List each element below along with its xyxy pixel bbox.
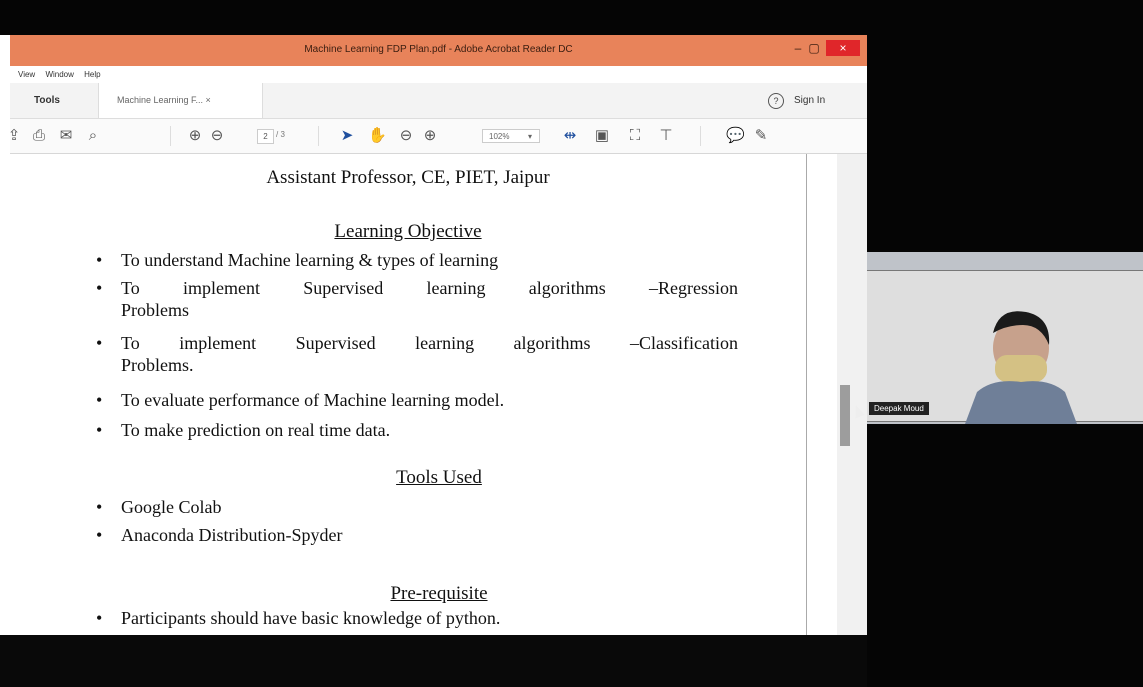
zoom-value: 102% [489, 132, 510, 141]
mail-icon[interactable]: ✉ [58, 128, 74, 144]
zoom-out-icon[interactable]: ⊖ [398, 128, 414, 144]
participant-avatar [965, 311, 1077, 424]
maximize-button[interactable]: ▢ [807, 40, 821, 56]
participant-video[interactable]: Deepak Moud [867, 252, 1143, 424]
zoom-in-icon[interactable]: ⊕ [422, 128, 438, 144]
page-total: / 3 [276, 130, 285, 139]
print-icon[interactable]: ⎙ [31, 128, 47, 144]
page-up-icon[interactable]: ⊕ [187, 128, 203, 144]
document-area[interactable]: Assistant Professor, CE, PIET, Jaipur Le… [10, 154, 807, 635]
sign-in-link[interactable]: Sign In [794, 83, 825, 118]
fit-width-icon[interactable]: ⇹ [562, 128, 578, 144]
menu-bar: View Window Help [10, 66, 867, 83]
pen-icon[interactable]: ✎ [753, 128, 769, 144]
page-number-input[interactable]: 2 [257, 129, 274, 144]
minimize-button[interactable]: – [791, 40, 805, 56]
stamp-icon[interactable]: ⊤ [658, 128, 674, 144]
tab-tools[interactable]: Tools [10, 83, 98, 118]
author-affiliation: Assistant Professor, CE, PIET, Jaipur [266, 167, 550, 188]
learning-objective-heading: Learning Objective [334, 221, 482, 242]
toolbar-divider [700, 126, 701, 146]
search-icon[interactable]: ⌕ [85, 128, 101, 144]
menu-view[interactable]: View [18, 70, 35, 79]
objective-item-continuation: Problems. [121, 355, 194, 375]
upload-icon[interactable]: ⇪ [10, 128, 22, 144]
pdf-page: Assistant Professor, CE, PIET, Jaipur Le… [10, 154, 806, 635]
window-title: Machine Learning FDP Plan.pdf - Adobe Ac… [304, 44, 573, 55]
prerequisite-heading: Pre-requisite [390, 583, 488, 604]
tools-used-heading: Tools Used [396, 467, 482, 488]
toolbar: ⇪ ⎙ ✉ ⌕ ⊕ ⊖ 2 / 3 ➤ ✋ ⊖ ⊕ 102% ▾ ⇹ ▣ ⛶ ⊤… [10, 119, 867, 154]
help-icon[interactable]: ? [768, 93, 784, 109]
page-down-icon[interactable]: ⊖ [209, 128, 225, 144]
title-bar: Machine Learning FDP Plan.pdf - Adobe Ac… [10, 35, 867, 66]
scrollbar-thumb[interactable] [840, 385, 850, 446]
chevron-down-icon: ▾ [527, 132, 532, 141]
tab-document[interactable]: Machine Learning F... × [98, 83, 263, 118]
menu-help[interactable]: Help [84, 70, 100, 79]
scroll-mode-icon[interactable]: ▣ [594, 128, 610, 144]
fullscreen-icon[interactable]: ⛶ [627, 128, 643, 144]
participant-name-tag: Deepak Moud [869, 402, 929, 415]
comment-icon[interactable]: 💬 [726, 128, 745, 144]
acrobat-window: Machine Learning FDP Plan.pdf - Adobe Ac… [10, 35, 867, 635]
hand-icon[interactable]: ✋ [368, 128, 387, 144]
toolbar-divider [170, 126, 171, 146]
menu-window[interactable]: Window [45, 70, 73, 79]
zoom-select[interactable]: 102% ▾ [482, 129, 540, 143]
tab-bar: Tools Machine Learning F... × ? Sign In [10, 83, 867, 119]
select-icon[interactable]: ➤ [339, 128, 355, 144]
close-button[interactable]: × [826, 40, 860, 56]
objective-item-continuation: Problems [121, 300, 190, 320]
toolbar-divider [318, 126, 319, 146]
